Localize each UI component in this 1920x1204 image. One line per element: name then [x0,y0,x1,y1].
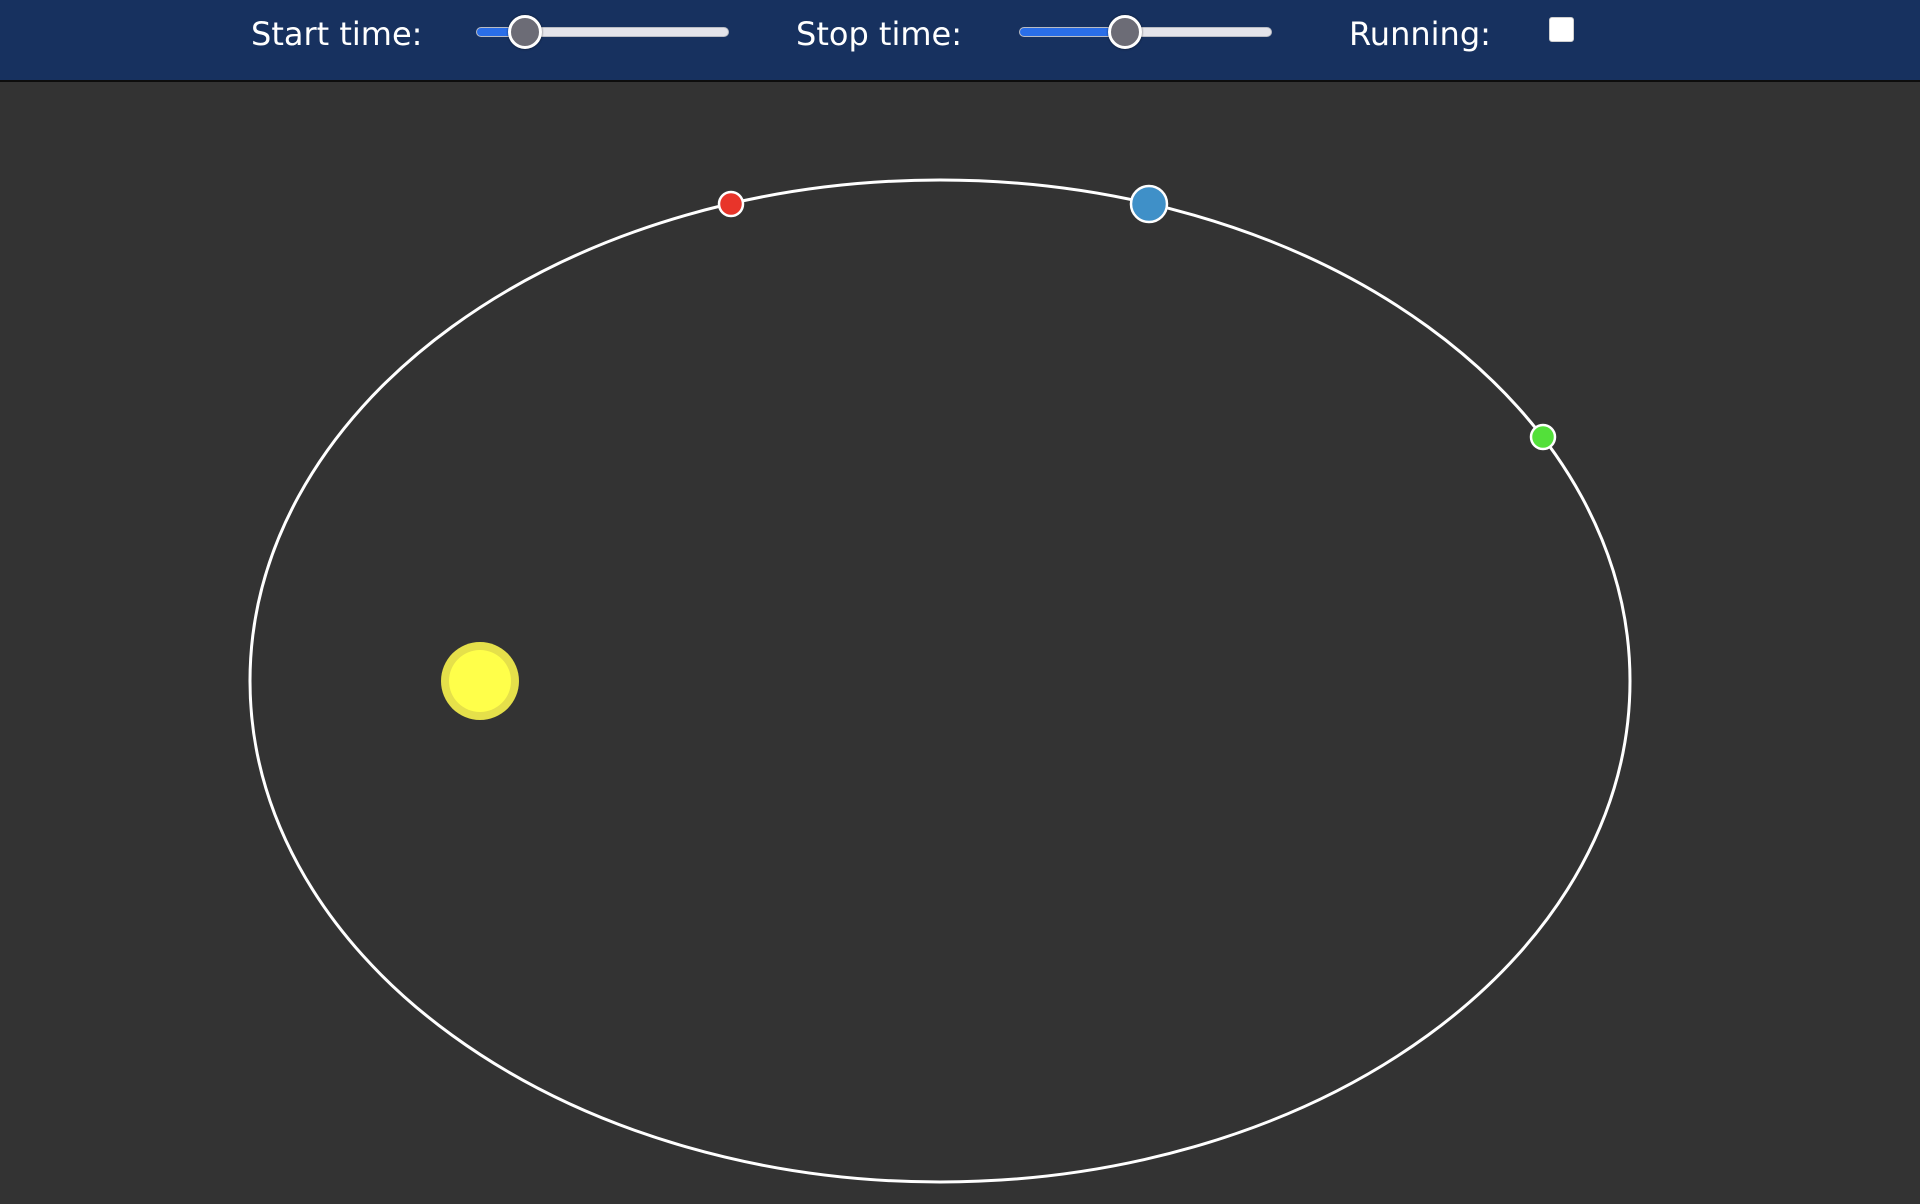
orbit-canvas [248,178,1632,1184]
sun-icon [441,642,519,720]
stop-time-slider[interactable] [1019,15,1272,49]
red-dot-icon[interactable] [717,190,745,218]
running-checkbox[interactable] [1549,17,1574,42]
start-time-slider-thumb[interactable] [507,15,542,49]
green-dot-icon[interactable] [1529,423,1557,451]
control-bar: Start time: Stop time: Running: [0,0,1920,82]
start-time-slider[interactable] [476,15,729,49]
stop-time-label: Stop time: [796,15,962,53]
stop-time-slider-thumb[interactable] [1108,15,1143,49]
start-time-label: Start time: [251,15,423,53]
running-label: Running: [1349,15,1491,53]
blue-planet-icon[interactable] [1129,184,1169,224]
